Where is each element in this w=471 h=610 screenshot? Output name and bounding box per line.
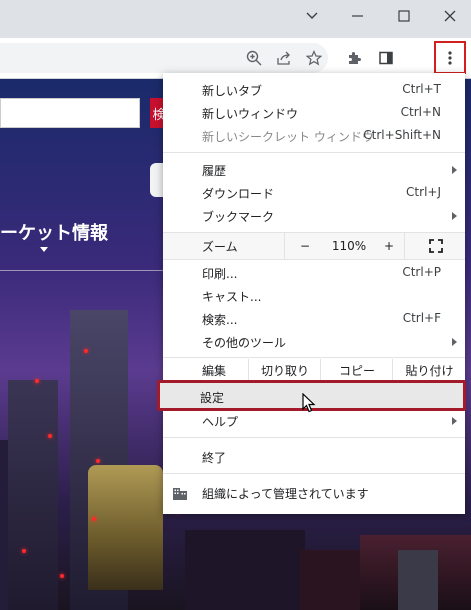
menu-zoom-row: ズーム − 110% + xyxy=(163,232,465,260)
shortcut-label: Ctrl+F xyxy=(402,311,441,325)
star-icon[interactable] xyxy=(302,46,326,70)
menu-button-highlight xyxy=(434,41,466,74)
menu-item-bookmarks[interactable]: ブックマーク xyxy=(163,204,465,227)
zoom-level: 110% xyxy=(331,239,367,253)
menu-item-label: 設定 xyxy=(200,391,225,405)
side-panel-icon[interactable] xyxy=(374,46,398,70)
menu-item-label: 新しいウィンドウ xyxy=(202,107,299,121)
menu-item-label: その他のツール xyxy=(202,336,287,350)
mouse-cursor-icon xyxy=(302,392,316,416)
submenu-arrow-icon xyxy=(452,212,457,220)
window-titlebar xyxy=(0,0,471,38)
menu-item-label: 印刷... xyxy=(202,267,238,281)
shortcut-label: Ctrl+N xyxy=(400,105,441,119)
menu-item-label: ブックマーク xyxy=(202,210,275,224)
menu-divider xyxy=(163,152,465,153)
menu-item-managed[interactable]: 組織によって管理されています xyxy=(163,481,465,507)
menu-item-label: ダウンロード xyxy=(202,187,275,201)
menu-item-label: 新しいタブ xyxy=(202,84,263,98)
menu-item-find[interactable]: 検索... Ctrl+F xyxy=(163,307,465,330)
chrome-menu: 新しいタブ Ctrl+T 新しいウィンドウ Ctrl+N 新しいシークレット ウ… xyxy=(157,73,466,514)
extensions-icon[interactable] xyxy=(342,46,366,70)
zoom-in-button[interactable]: + xyxy=(374,233,404,259)
zoom-out-button[interactable]: − xyxy=(284,233,325,259)
market-heading[interactable]: ーケット情報 xyxy=(0,219,130,245)
menu-edit-row: 編集 切り取り コピー 貼り付け xyxy=(163,359,465,382)
maximize-icon[interactable] xyxy=(389,4,419,28)
cut-button[interactable]: 切り取り xyxy=(248,359,321,382)
menu-divider xyxy=(163,437,465,438)
share-icon[interactable] xyxy=(272,46,296,70)
zoom-icon[interactable] xyxy=(242,46,266,70)
menu-divider xyxy=(163,473,465,474)
menu-item-history[interactable]: 履歴 xyxy=(163,158,465,181)
menu-item-cast[interactable]: キャスト... xyxy=(163,284,465,307)
shortcut-label: Ctrl+T xyxy=(402,82,441,96)
menu-item-label: 終了 xyxy=(202,451,227,465)
paste-button[interactable]: 貼り付け xyxy=(392,359,466,382)
zoom-label: ズーム xyxy=(202,239,238,254)
menu-item-exit[interactable]: 終了 xyxy=(163,445,465,468)
menu-item-label: 検索... xyxy=(202,313,238,327)
submenu-arrow-icon xyxy=(452,166,457,174)
menu-item-new-tab[interactable]: 新しいタブ Ctrl+T xyxy=(163,78,465,101)
menu-item-downloads[interactable]: ダウンロード Ctrl+J xyxy=(163,181,465,204)
menu-item-new-window[interactable]: 新しいウィンドウ Ctrl+N xyxy=(163,101,465,124)
building-icon xyxy=(173,488,187,500)
chevron-down-icon[interactable] xyxy=(297,4,327,28)
address-bar[interactable] xyxy=(0,43,328,73)
close-icon[interactable] xyxy=(435,4,465,28)
shortcut-label: Ctrl+Shift+N xyxy=(363,128,441,142)
shortcut-label: Ctrl+J xyxy=(406,185,441,199)
menu-item-new-incognito[interactable]: 新しいシークレット ウィンドウ Ctrl+Shift+N xyxy=(163,124,465,147)
menu-item-more-tools[interactable]: その他のツール xyxy=(163,330,465,353)
menu-item-print[interactable]: 印刷... Ctrl+P xyxy=(163,261,465,284)
menu-item-label: ヘルプ xyxy=(202,415,239,429)
menu-item-label: 新しいシークレット ウィンドウ xyxy=(202,130,374,144)
menu-item-label: キャスト... xyxy=(202,290,262,304)
edit-label: 編集 xyxy=(202,364,227,378)
caret-down-icon xyxy=(40,247,48,252)
fullscreen-icon[interactable] xyxy=(404,233,466,259)
divider xyxy=(0,270,165,271)
site-search-input[interactable] xyxy=(0,98,140,128)
shortcut-label: Ctrl+P xyxy=(402,265,441,279)
menu-item-label: 履歴 xyxy=(202,164,227,178)
copy-button[interactable]: コピー xyxy=(320,359,393,382)
menu-item-label: 組織によって管理されています xyxy=(202,487,369,501)
submenu-arrow-icon xyxy=(452,417,457,425)
menu-divider xyxy=(163,357,465,358)
submenu-arrow-icon xyxy=(452,338,457,346)
minimize-icon[interactable] xyxy=(343,4,373,28)
